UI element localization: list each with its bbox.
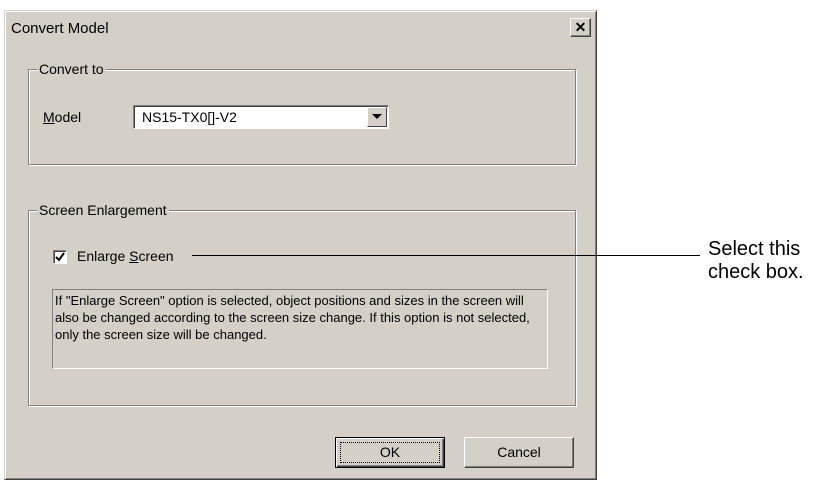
cancel-button[interactable]: Cancel	[464, 437, 574, 468]
title-bar[interactable]: Convert Model ✕	[8, 14, 593, 43]
enlarge-screen-label[interactable]: Enlarge Screen	[77, 248, 174, 264]
close-icon: ✕	[574, 19, 587, 35]
model-label: Model	[43, 109, 82, 125]
callout-line-1: Select this	[708, 238, 801, 260]
checkmark-icon	[55, 252, 65, 262]
model-dropdown-button[interactable]	[367, 107, 387, 127]
model-dropdown-value: NS15-TX0[]-V2	[142, 109, 237, 125]
convert-model-dialog: Convert Model ✕ Convert to Model NS15-TX…	[4, 10, 597, 480]
callout-text: Select this check box.	[708, 238, 804, 284]
info-text: If "Enlarge Screen" option is selected, …	[55, 293, 530, 342]
chevron-down-icon	[372, 114, 382, 119]
callout-line-2: check box.	[708, 261, 804, 283]
screen-enlargement-group-title: Screen Enlargement	[37, 202, 169, 218]
enlarge-screen-checkbox[interactable]	[53, 250, 67, 264]
dialog-title: Convert Model	[11, 20, 109, 37]
ok-button[interactable]: OK	[335, 437, 445, 468]
callout-line	[192, 255, 700, 256]
close-button[interactable]: ✕	[570, 18, 591, 37]
model-dropdown[interactable]: NS15-TX0[]-V2	[133, 105, 389, 129]
convert-to-group-title: Convert to	[37, 61, 106, 77]
info-text-box: If "Enlarge Screen" option is selected, …	[52, 289, 548, 369]
